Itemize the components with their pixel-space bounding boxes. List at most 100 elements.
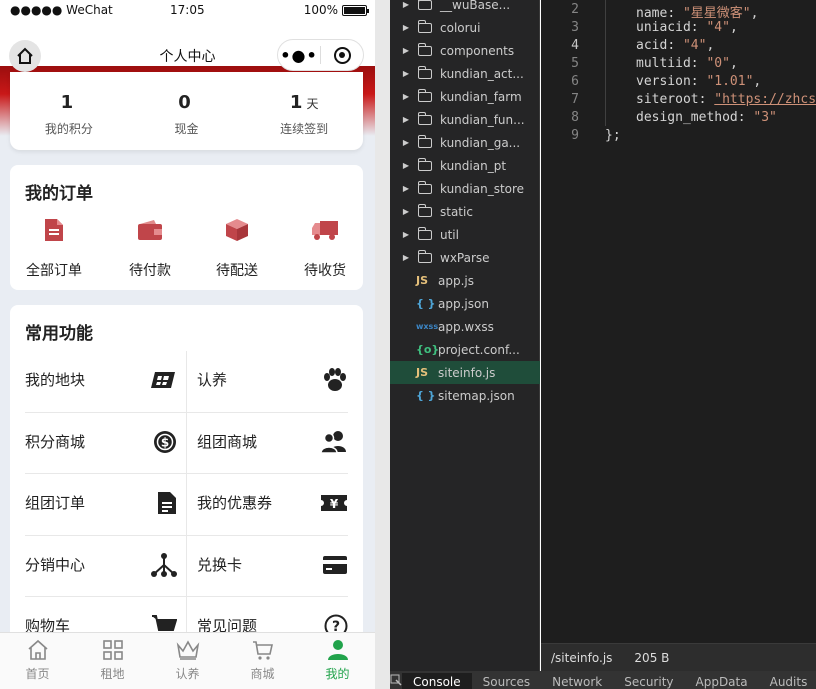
tree-folder[interactable]: ▶ kundian_store [390,177,540,200]
tab-home[interactable]: 首页 [0,633,75,689]
tree-item-label: kundian_ga... [440,135,521,150]
more-button[interactable]: •●• [278,46,320,65]
js-file-icon: JS [416,274,429,287]
status-bar: ●●●●● WeChat 17:05 100% [0,0,375,20]
user-icon [327,640,348,660]
order-label: 全部订单 [26,263,82,279]
chevron-right-icon: ▶ [402,46,410,55]
func-distribution[interactable]: 分销中心 [25,534,177,595]
order-label: 待配送 [216,263,258,279]
chevron-right-icon: ▶ [402,69,410,78]
tree-folder[interactable]: ▶ colorui [390,16,540,39]
tree-folder[interactable]: ▶ util [390,223,540,246]
tree-folder[interactable]: ▶ kundian_pt [390,154,540,177]
tree-item-label: siteinfo.js [438,365,496,380]
tree-item-label: kundian_pt [440,158,507,173]
code-punct: , [706,38,715,53]
code-punct: : [667,6,683,21]
devtools-tab-security[interactable]: Security [613,673,684,689]
func-exchange-card[interactable]: 兑换卡 [197,534,348,595]
land-icon [151,371,175,388]
js-file-icon: JS [416,366,429,379]
devtools-tab-sources[interactable]: Sources [472,673,541,689]
folder-icon [418,88,432,102]
devtools-tab-network[interactable]: Network [541,673,613,689]
svg-text:¥: ¥ [330,497,339,511]
order-to-receive[interactable]: 待收货 [281,215,369,280]
folder-icon [418,134,432,148]
code-punct: : [690,74,707,89]
func-points-mall[interactable]: 积分商城 $ [25,411,177,472]
stat-label: 我的积分 [44,122,93,136]
line-number: 6 [571,74,579,89]
code-punct: : [698,92,715,107]
func-group-orders[interactable]: 组团订单 [25,472,177,533]
tree-folder[interactable]: ▶ components [390,39,540,62]
code-punct: : [667,38,683,53]
chevron-right-icon: ▶ [402,184,410,193]
truck-icon [312,221,338,240]
order-all[interactable]: 全部订单 [10,215,98,280]
tree-folder[interactable]: ▶ __wuBase... [390,0,540,16]
folder-icon [418,0,432,10]
file-explorer: ▶ __wuBase... ▶ colorui ▶ components ▶ kundian_… [390,0,540,671]
tree-item-label: app.js [438,273,474,288]
tree-file[interactable]: { } sitemap.json [390,384,540,407]
stat-label: 现金 [174,122,199,136]
folder-icon [418,65,432,79]
close-miniprogram-button[interactable] [321,46,363,64]
line-number: 9 [571,128,579,143]
devtools-tab-audits[interactable]: Audits [759,673,816,689]
func-label: 我的优惠券 [197,494,273,512]
simulator-splitter[interactable] [375,0,390,689]
code-string: "3" [753,110,777,125]
tree-file[interactable]: wxss app.wxss [390,315,540,338]
document-icon [45,219,63,241]
devtools-tab-appdata[interactable]: AppData [685,673,759,689]
tree-file[interactable]: { } app.json [390,292,540,315]
stat-value: 0 [178,92,191,113]
tree-file[interactable]: JS app.js [390,269,540,292]
stat-checkin[interactable]: 1天 连续签到 [245,72,363,150]
tree-folder[interactable]: ▶ static [390,200,540,223]
tree-item-label: kundian_farm [440,89,522,104]
func-adopt[interactable]: 认养 [197,349,348,410]
code-text: name: "星星微客", [636,2,758,21]
code-line: 6 version: "1.01", [541,74,816,92]
stat-unit: 天 [306,97,319,111]
tree-folder[interactable]: ▶ kundian_farm [390,85,540,108]
tree-file[interactable]: JS siteinfo.js [390,361,540,384]
tab-label: 认养 [175,667,200,681]
tab-rent-land[interactable]: 租地 [75,633,150,689]
paw-icon [324,367,346,391]
code-text: }; [605,128,621,143]
tab-mall[interactable]: 商城 [225,633,300,689]
func-my-coupons[interactable]: 我的优惠券 ¥ [197,472,348,533]
stat-points[interactable]: 1 我的积分 [10,72,128,150]
tree-item-label: sitemap.json [438,388,515,403]
tree-file[interactable]: {o} project.conf... [390,338,540,361]
shopping-cart-icon [252,641,273,660]
func-group-mall[interactable]: 组团商城 [197,411,348,472]
func-my-land[interactable]: 我的地块 [25,349,177,410]
code-punct: , [729,56,738,71]
tab-mine[interactable]: 我的 [300,633,375,689]
code-editor[interactable]: 2 name: "星星微客", 3 uniacid: "4", 4 acid: "4", 5… [541,0,816,643]
code-string[interactable]: "https://zhcs [714,92,816,107]
column-divider [186,351,187,645]
order-to-ship[interactable]: 待配送 [193,215,281,280]
stat-cash[interactable]: 0 现金 [128,72,246,150]
order-unpaid[interactable]: 待付款 [106,215,194,280]
devtools-tab-console[interactable]: Console [402,673,472,689]
home-icon [27,639,48,660]
inspect-button[interactable] [390,671,402,689]
tree-item-label: app.wxss [438,319,494,334]
functions-card: 常用功能 我的地块 认养 积分商城 $ 组团商城 组团订单 我的优惠券 ¥ 分销… [10,305,363,645]
tab-adopt[interactable]: 认养 [150,633,225,689]
tree-folder[interactable]: ▶ kundian_act... [390,62,540,85]
tree-folder[interactable]: ▶ kundian_ga... [390,131,540,154]
tree-folder[interactable]: ▶ kundian_fun... [390,108,540,131]
chevron-right-icon: ▶ [402,0,410,9]
line-number: 3 [571,20,579,35]
tree-folder[interactable]: ▶ wxParse [390,246,540,269]
